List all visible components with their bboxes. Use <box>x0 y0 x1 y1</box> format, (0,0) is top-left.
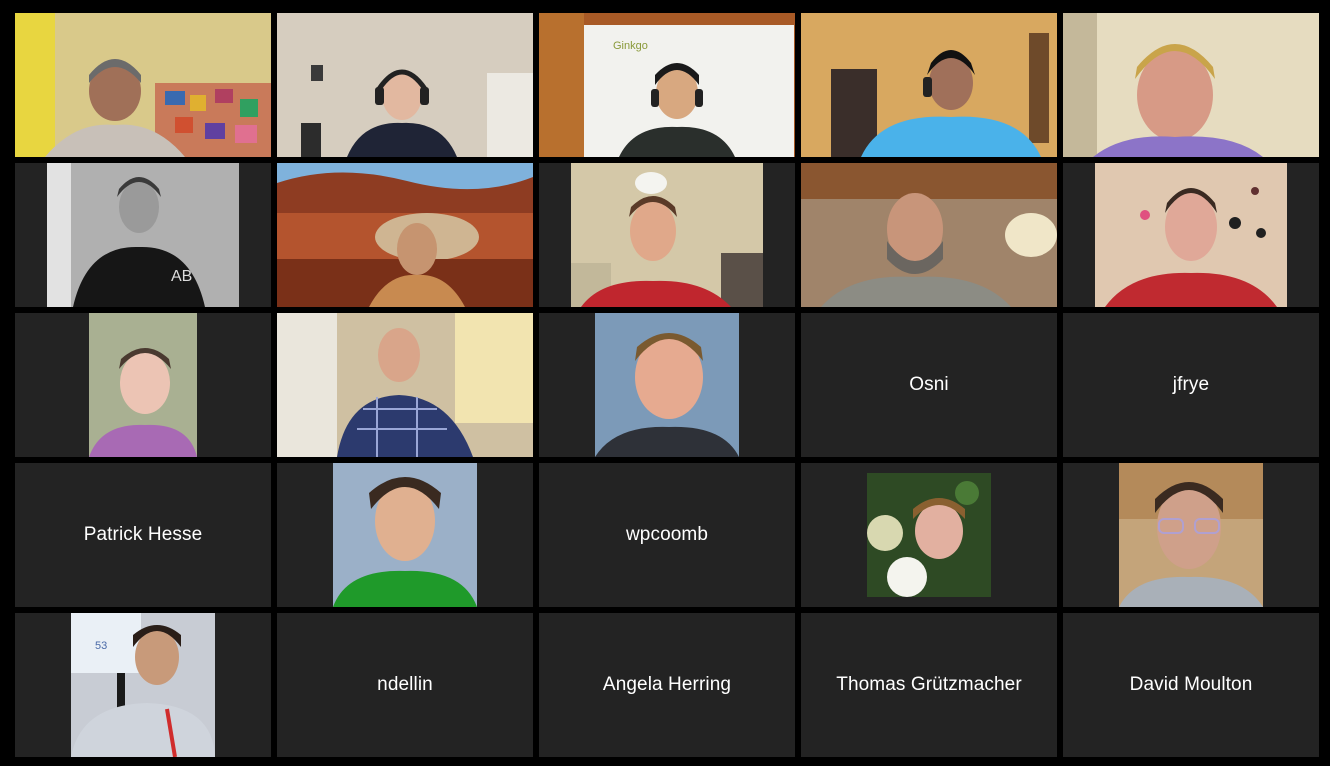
participant-tile[interactable]: jfrye <box>1063 313 1319 457</box>
participant-tile[interactable] <box>15 313 271 457</box>
participant-tile[interactable] <box>801 13 1057 157</box>
participant-video <box>801 163 1057 307</box>
participant-video <box>571 163 763 307</box>
participant-video <box>89 313 197 457</box>
participant-video <box>333 463 477 607</box>
participant-tile[interactable]: Angela Herring <box>539 613 795 757</box>
participant-tile[interactable] <box>539 313 795 457</box>
participant-video <box>867 473 991 597</box>
participant-tile[interactable]: 53 <box>15 613 271 757</box>
video-gallery-grid: Ginkgo AB Osni jfrye Patrick Hesse wpcoo… <box>0 0 1330 766</box>
participant-tile[interactable] <box>1063 163 1319 307</box>
participant-video <box>801 13 1057 157</box>
participant-name: Osni <box>909 374 949 395</box>
whiteboard-logo: Ginkgo <box>613 40 648 52</box>
participant-video <box>595 313 739 457</box>
participant-tile[interactable] <box>277 313 533 457</box>
participant-tile[interactable]: wpcoomb <box>539 463 795 607</box>
participant-video <box>1063 13 1319 157</box>
participant-video <box>1119 463 1263 607</box>
shirt-text: AB <box>171 268 192 285</box>
participant-video <box>15 13 271 157</box>
participant-tile[interactable] <box>277 463 533 607</box>
participant-name: Thomas Grützmacher <box>836 674 1022 695</box>
participant-tile[interactable] <box>277 163 533 307</box>
participant-tile[interactable]: ndellin <box>277 613 533 757</box>
participant-name: Angela Herring <box>602 674 732 695</box>
participant-video: 53 <box>71 613 215 757</box>
participant-video: Ginkgo <box>539 13 795 157</box>
participant-tile[interactable]: Thomas Grützmacher <box>801 613 1057 757</box>
participant-tile[interactable] <box>539 163 795 307</box>
participant-name: jfrye <box>1172 374 1210 395</box>
participant-tile[interactable]: Ginkgo <box>539 13 795 157</box>
participant-video <box>1095 163 1287 307</box>
participant-tile[interactable] <box>1063 463 1319 607</box>
participant-tile[interactable]: AB <box>15 163 271 307</box>
participant-tile[interactable] <box>1063 13 1319 157</box>
participant-video <box>277 13 533 157</box>
participant-video: AB <box>47 163 239 307</box>
participant-tile[interactable]: Osni <box>801 313 1057 457</box>
participant-tile[interactable] <box>277 13 533 157</box>
participant-name: Patrick Hesse <box>83 524 203 545</box>
participant-name: ndellin <box>377 674 433 695</box>
participant-video <box>277 313 533 457</box>
participant-name: David Moulton <box>1129 674 1253 695</box>
participant-tile[interactable]: David Moulton <box>1063 613 1319 757</box>
participant-name: wpcoomb <box>625 524 709 545</box>
participant-tile[interactable]: Patrick Hesse <box>15 463 271 607</box>
participant-tile[interactable] <box>801 163 1057 307</box>
participant-tile[interactable] <box>15 13 271 157</box>
participant-video <box>277 163 533 307</box>
participant-tile[interactable] <box>801 463 1057 607</box>
slide-number: 53 <box>95 640 107 652</box>
